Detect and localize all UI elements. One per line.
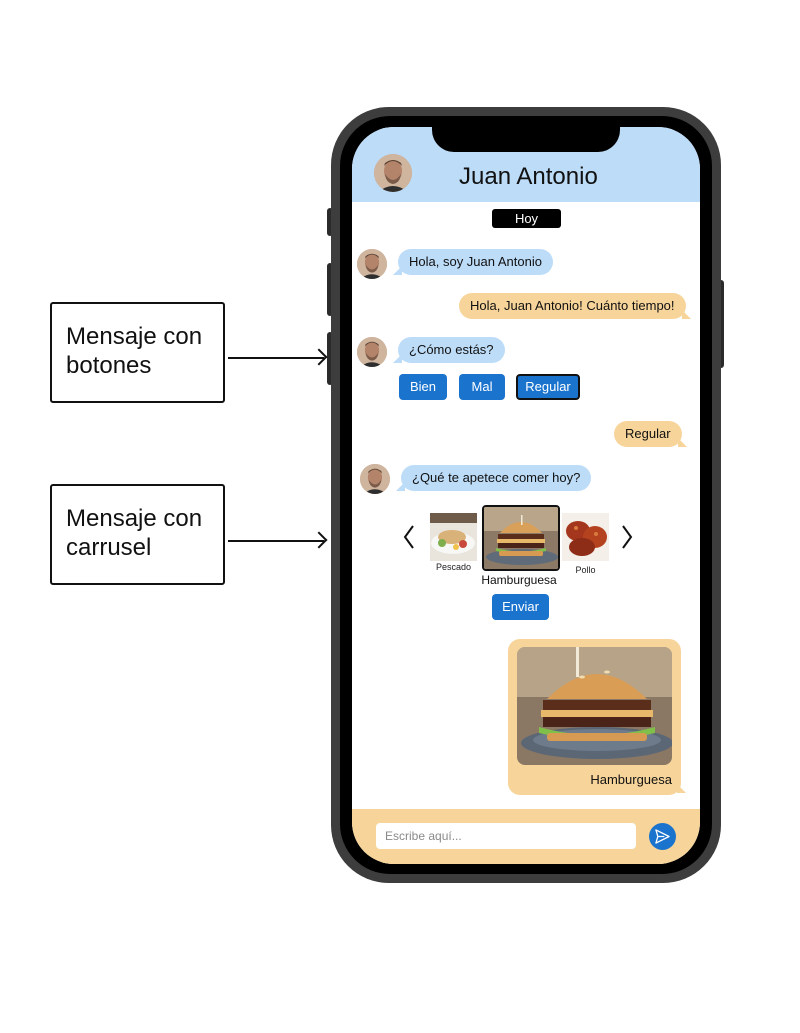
- annotation-arrow: [228, 540, 324, 542]
- date-separator: Hoy: [492, 209, 561, 228]
- carousel-item-label: Pescado: [435, 562, 472, 572]
- annotation-label: Mensaje con carrusel: [66, 505, 203, 561]
- phone-notch: [432, 116, 620, 152]
- carousel-item-hamburguesa[interactable]: [482, 505, 560, 571]
- outgoing-image-message: Hamburguesa: [508, 639, 686, 795]
- contact-avatar[interactable]: [374, 154, 412, 192]
- carousel-prev-button[interactable]: [401, 523, 417, 551]
- message-composer: [352, 809, 700, 864]
- carousel-submit-button[interactable]: Enviar: [492, 594, 549, 620]
- chicken-image: [562, 513, 609, 561]
- contact-avatar: [357, 249, 387, 279]
- contact-avatar: [360, 464, 390, 494]
- send-icon: [655, 829, 670, 844]
- burger-image[interactable]: [517, 647, 672, 765]
- incoming-message: ¿Qué te apetece comer hoy?: [395, 465, 592, 491]
- burger-image: [484, 507, 558, 569]
- annotation-label: Mensaje con botones: [66, 323, 203, 379]
- outgoing-message: Hola, Juan Antonio! Cuánto tiempo!: [459, 293, 691, 319]
- fish-dish-image: [430, 513, 477, 561]
- image-caption: Hamburguesa: [590, 772, 672, 787]
- send-button[interactable]: [649, 823, 676, 850]
- message-input[interactable]: [376, 823, 636, 849]
- carousel-item-label: Hamburguesa: [481, 573, 557, 587]
- incoming-message: Hola, soy Juan Antonio: [393, 249, 553, 275]
- chevron-left-icon: [403, 525, 414, 549]
- carousel-item-label: Pollo: [575, 565, 596, 575]
- annotation-arrow: [228, 357, 324, 359]
- carousel-item-pescado[interactable]: [430, 513, 477, 561]
- carousel-next-button[interactable]: [619, 523, 635, 551]
- annotation-carousel-message: Mensaje con carrusel: [50, 484, 225, 585]
- chevron-right-icon: [622, 525, 633, 549]
- annotation-buttons-message: Mensaje con botones: [50, 302, 225, 403]
- contact-avatar: [357, 337, 387, 367]
- quick-reply-bien-button[interactable]: Bien: [399, 374, 447, 400]
- quick-reply-mal-button[interactable]: Mal: [459, 374, 505, 400]
- quick-reply-regular-button[interactable]: Regular: [516, 374, 580, 400]
- phone-screen: Juan Antonio Hoy Hola, soy Juan Antonio …: [352, 127, 700, 864]
- contact-name: Juan Antonio: [459, 163, 598, 190]
- outgoing-message: Regular: [614, 421, 687, 447]
- carousel-item-pollo[interactable]: [562, 513, 609, 561]
- incoming-message: ¿Cómo estás?: [393, 337, 505, 363]
